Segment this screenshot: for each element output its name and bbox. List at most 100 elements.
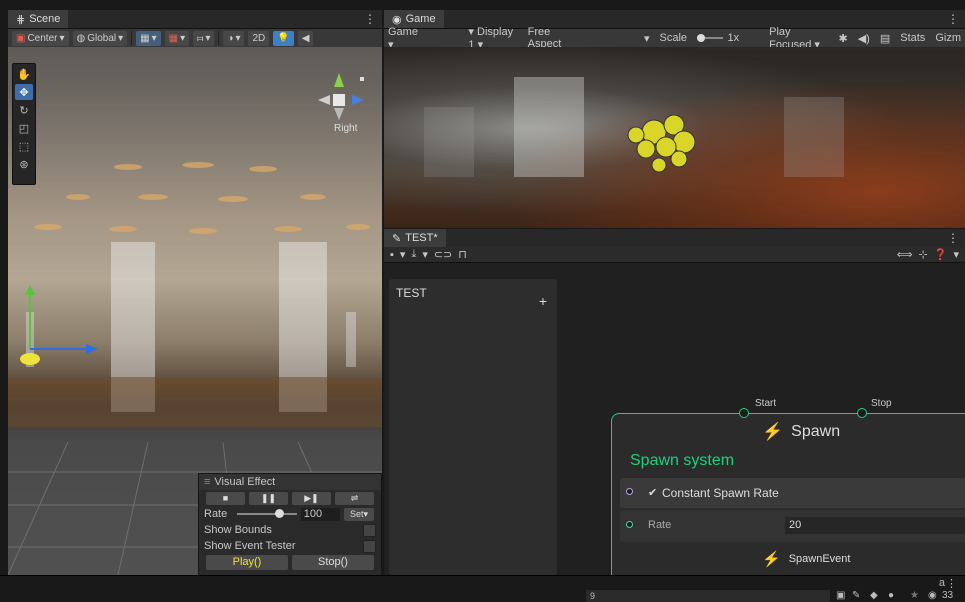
transform-tool-icon[interactable]: ⊛ (15, 156, 33, 172)
toggle-2d-button[interactable]: 2D (248, 30, 270, 46)
play-label: Play() (232, 556, 262, 568)
pivot-rotation-dropdown[interactable]: ◍ Global ▾ (72, 30, 128, 46)
scene-panel: ⋕ Scene ⋮ ▣ Center ▾ ◍ Global ▾ ▦ ▾ ▦ ▾ ⧦ ▾ ◑… (8, 10, 382, 575)
tag-icon[interactable]: ◆ (870, 590, 878, 601)
tab-scene[interactable]: ⋕ Scene (8, 10, 69, 28)
swap-icon[interactable]: ⟺ (897, 248, 913, 261)
settings-icon[interactable]: ✱ (838, 32, 847, 45)
lock-icon[interactable]: a (939, 577, 945, 589)
more-icon[interactable]: ⋮ (946, 577, 957, 590)
grid-snap-icon: ▦ (140, 32, 150, 44)
stop-port-label: Stop (871, 398, 892, 409)
show-bounds-checkbox[interactable] (363, 523, 376, 537)
audio-icon: ◀ (301, 32, 310, 44)
play-button[interactable]: Play() (206, 554, 288, 570)
show-bounds-label: Show Bounds (204, 524, 272, 536)
pivot-mode-dropdown[interactable]: ▣ Center ▾ (12, 30, 69, 46)
gamepad-icon: ◉ (392, 13, 402, 26)
hand-tool-icon[interactable]: ✋ (15, 66, 33, 82)
scene-more-icon[interactable]: ⋮ (358, 12, 382, 26)
stop-call-label: Stop() (318, 556, 348, 568)
show-event-tester-row: Show Event Tester (199, 538, 381, 554)
chevron-down-icon: ▾ (643, 32, 650, 45)
show-event-tester-checkbox[interactable] (363, 539, 376, 553)
step-button[interactable]: ▶❚ (292, 491, 331, 505)
star-icon[interactable]: ★ (910, 590, 919, 601)
gizmo-view-label: Right (334, 123, 358, 134)
image-icon[interactable]: ▣ (836, 590, 845, 601)
rate-field[interactable]: 20 (785, 517, 965, 534)
console-search-input[interactable]: 9 (586, 590, 830, 602)
link-icon[interactable]: ⊂⊃ (434, 248, 452, 261)
spawn-system-label[interactable]: Spawn system (630, 452, 734, 470)
chevron-down-icon: ▾ (180, 32, 186, 44)
branch-icon[interactable]: ⊹ (919, 248, 928, 261)
graph-more-icon[interactable]: ⋮ (941, 231, 965, 245)
tab-test-label: TEST* (405, 232, 438, 244)
constant-spawn-rate-block[interactable]: ✔ Constant Spawn Rate (620, 478, 965, 508)
visibility-icon[interactable]: ◉ (928, 590, 937, 601)
visibility-count: 33 (942, 590, 954, 601)
stop-call-button[interactable]: Stop() (292, 554, 374, 570)
start-port-label: Start (755, 398, 777, 409)
slider-thumb[interactable] (697, 34, 706, 42)
rate-value-field[interactable]: 100 (300, 507, 340, 521)
lock-icon[interactable]: ⊓ (458, 248, 467, 261)
increment-snap-button[interactable]: ⧦ ▾ (193, 30, 215, 46)
rate-slider[interactable] (237, 509, 298, 519)
tab-game-label: Game (405, 13, 436, 25)
scene-grid-icon: ⋕ (16, 13, 26, 26)
spawn-event-label: SpawnEvent (788, 553, 851, 565)
snap-icon: ▦ (168, 32, 179, 44)
lightning-icon: ⚡ (762, 422, 784, 441)
rate-input-port[interactable] (626, 521, 633, 528)
pause-button[interactable]: ❚❚ (249, 491, 288, 505)
stop-button[interactable]: ■ (206, 491, 245, 505)
pause-icon: ❚❚ (260, 492, 277, 503)
tab-test[interactable]: ✎ TEST* (384, 229, 446, 247)
constant-spawn-rate-label: Constant Spawn Rate (662, 486, 779, 500)
game-view[interactable] (384, 47, 965, 228)
gizmos-button[interactable]: Gizm (935, 32, 961, 44)
brush-icon[interactable]: ✎ (852, 590, 860, 601)
chevron-down-icon: ▾ (118, 32, 124, 44)
rotate-tool-icon[interactable]: ↻ (15, 102, 33, 118)
slider-thumb[interactable] (275, 509, 285, 518)
snap-increment-button[interactable]: ▦ ▾ (164, 30, 190, 46)
rect-tool-icon[interactable]: ⬚ (15, 138, 33, 154)
scale-slider[interactable] (697, 33, 724, 43)
save-icon[interactable]: ▪ (390, 249, 394, 261)
move-tool-icon[interactable]: ✥ (15, 84, 33, 100)
spawn-event-output: ⚡ SpawnEvent (762, 550, 850, 568)
scale-value: 1x (727, 32, 740, 44)
drag-handle-icon[interactable]: ≡ (204, 476, 210, 488)
orientation-gizmo[interactable]: Right (308, 65, 370, 135)
lighting-toggle[interactable]: 💡 (273, 30, 294, 46)
stop-port[interactable] (857, 408, 867, 418)
game-more-icon[interactable]: ⋮ (941, 12, 965, 26)
tab-scene-label: Scene (29, 13, 61, 25)
vfx-playback-row: ■ ❚❚ ▶❚ ⇌ (199, 490, 381, 506)
compile-icon[interactable]: ⤓ (411, 248, 416, 261)
blackboard-add-button[interactable]: + (539, 293, 547, 309)
block-flow-port[interactable] (626, 488, 633, 495)
scale-tool-icon[interactable]: ◰ (15, 120, 33, 136)
set-label: Set (349, 509, 364, 519)
slider-track (237, 513, 298, 515)
set-dropdown[interactable]: Set ▾ (343, 507, 374, 521)
help-icon[interactable]: ❓ (934, 248, 948, 261)
grid-snap-button[interactable]: ▦ ▾ (136, 30, 161, 46)
shading-mode-dropdown[interactable]: ◑ ▾ (223, 30, 245, 46)
checkmark-icon[interactable]: ✔ (648, 486, 657, 499)
restart-button[interactable]: ⇌ (335, 491, 374, 505)
spawn-context-node[interactable]: Start Stop ⚡ Spawn Spawn system ✔ Consta… (611, 398, 965, 575)
info-icon[interactable]: ● (888, 590, 894, 601)
scene-viewport[interactable]: ✋ ✥ ↻ ◰ ⬚ ⊛ Right ≡ Visual Effect ■ ❚❚ ▶… (8, 47, 382, 575)
stats-button[interactable]: Stats (900, 32, 925, 44)
chevron-down-icon: ▾ (205, 32, 211, 44)
pivot-center-icon: ▣ (16, 32, 26, 44)
mute-icon[interactable]: ◀) (858, 32, 870, 45)
start-port[interactable] (739, 408, 749, 418)
keyboard-icon[interactable]: ▤ (880, 32, 890, 45)
audio-toggle[interactable]: ◀ (297, 30, 314, 46)
